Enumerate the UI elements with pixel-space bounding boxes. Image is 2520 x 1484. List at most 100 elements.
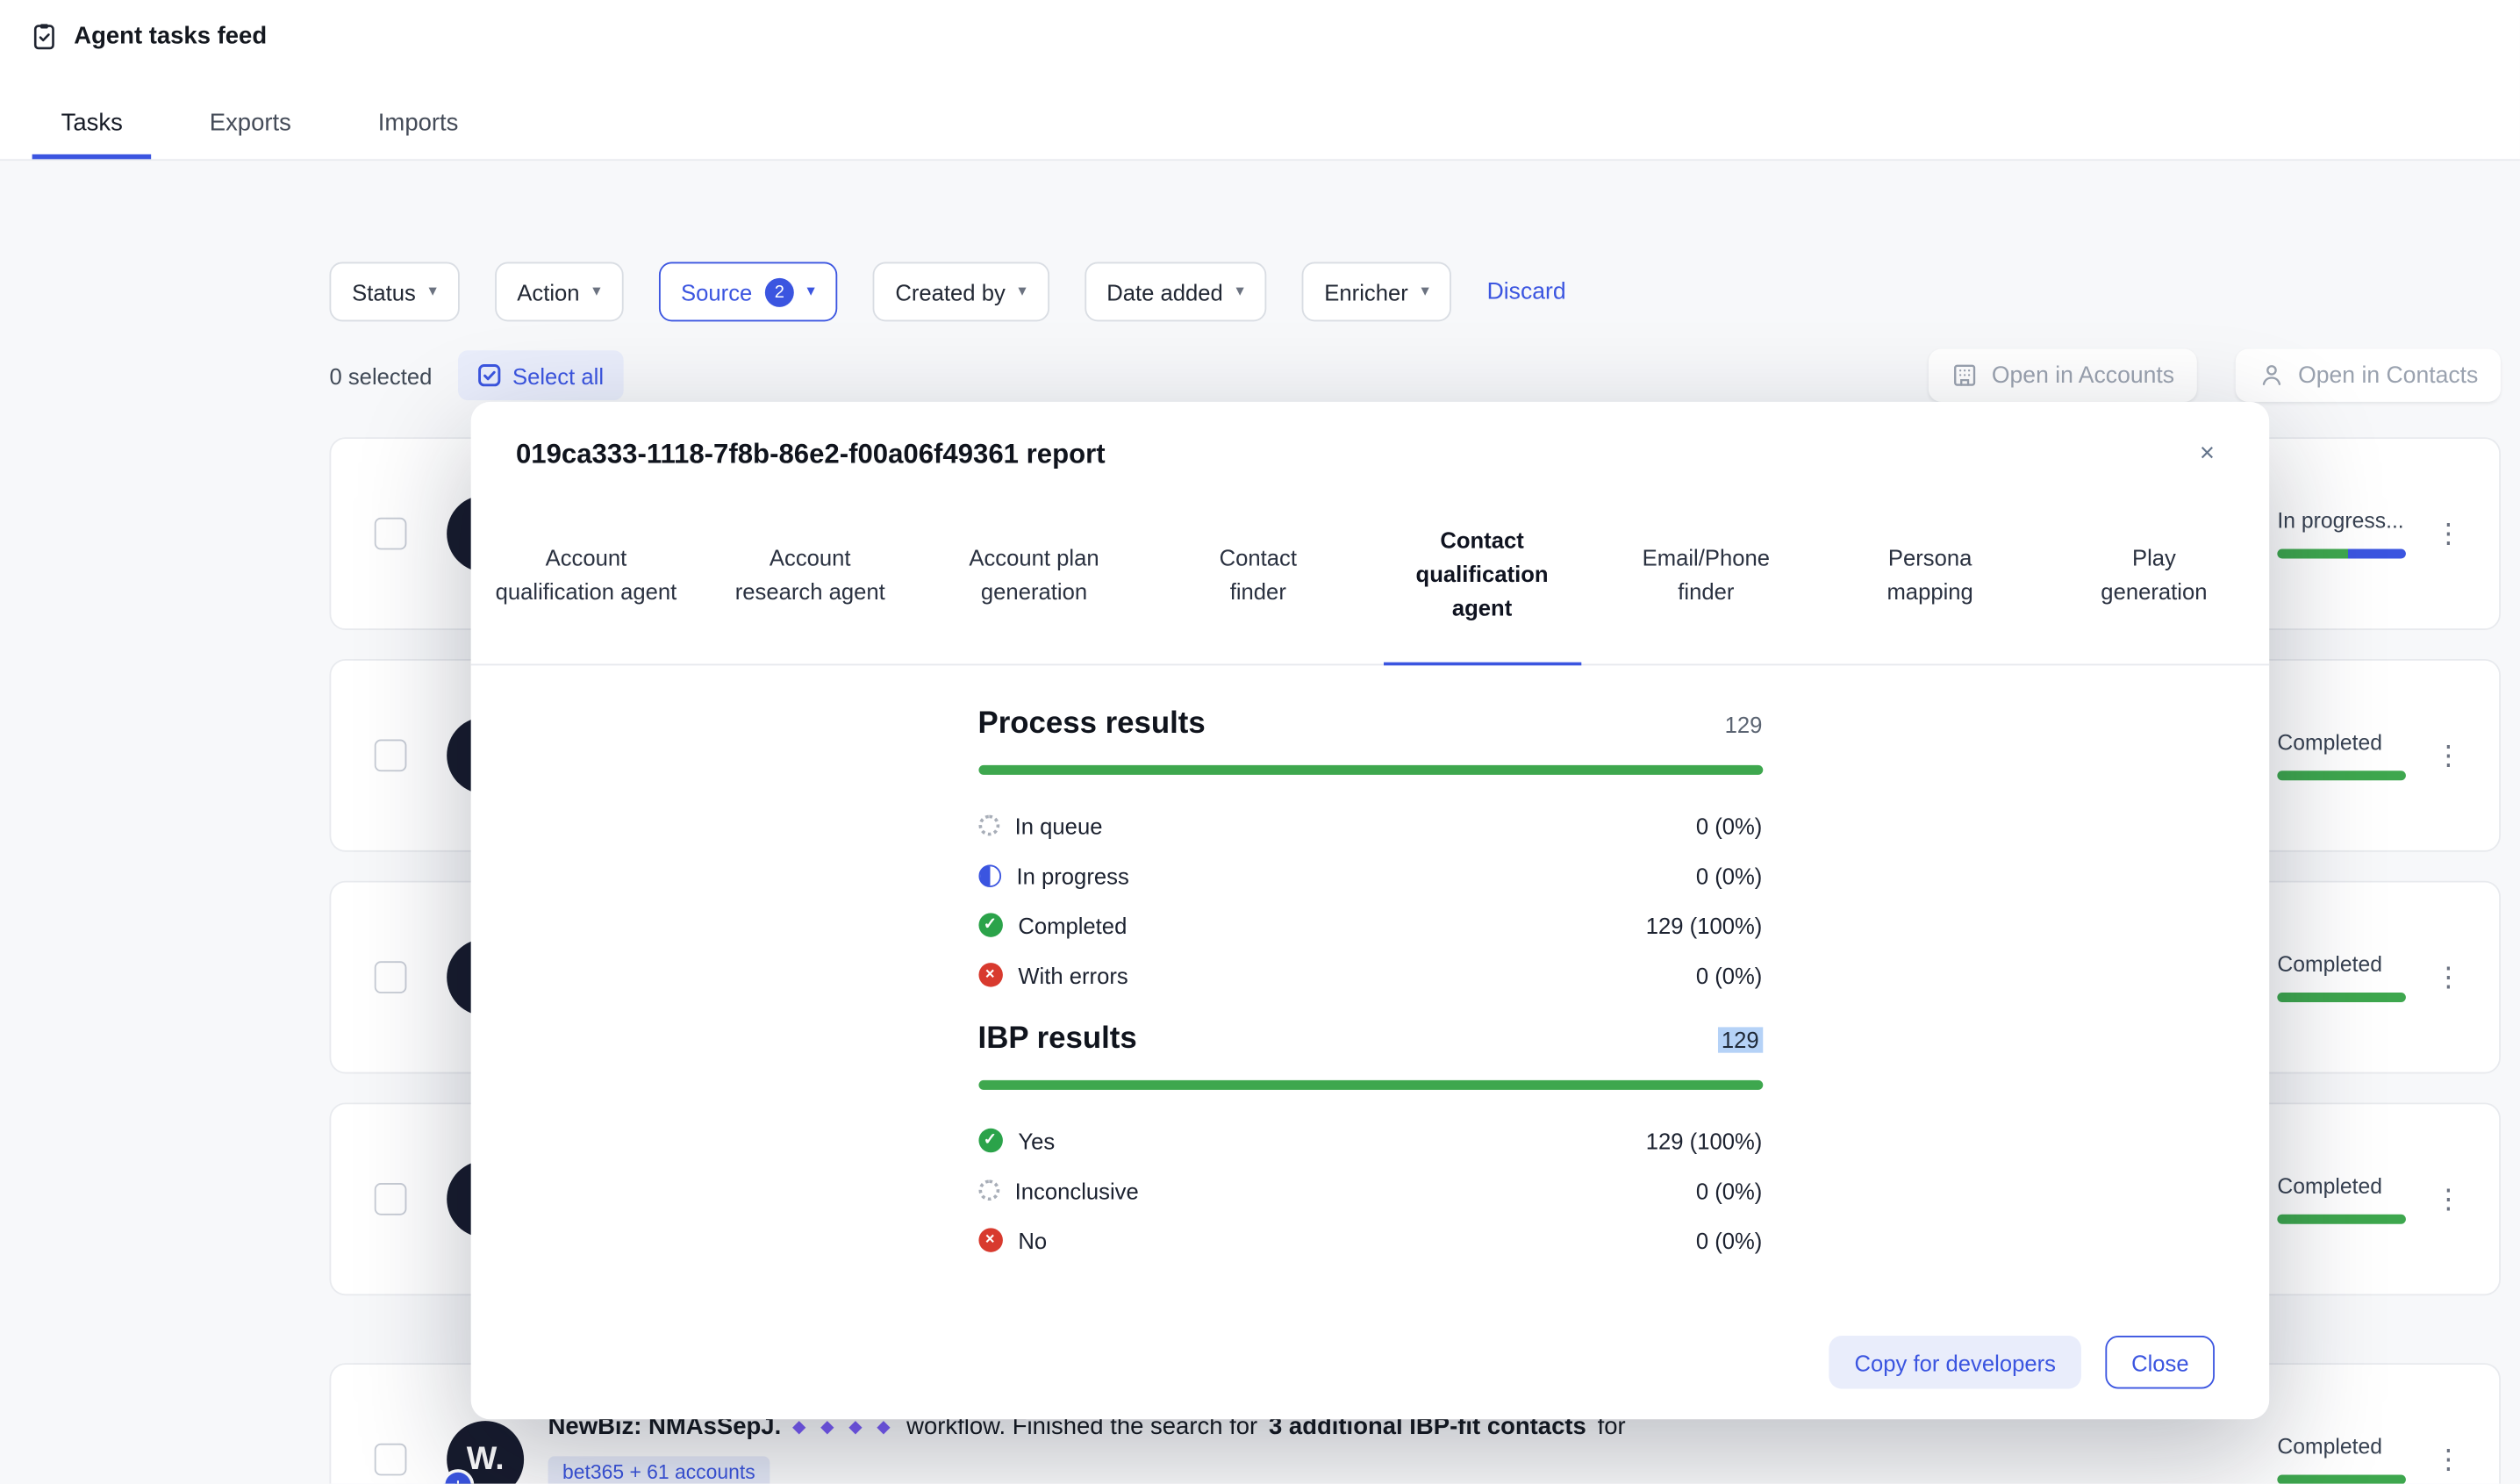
- select-all-button[interactable]: Select all: [457, 350, 624, 401]
- status-block: Completed: [2277, 952, 2406, 1003]
- status-badge: Completed: [2277, 952, 2382, 977]
- discard-link[interactable]: Discard: [1487, 279, 1566, 305]
- tab-account-research-agent[interactable]: Account research agent: [698, 485, 922, 663]
- progress-bar: [2277, 771, 2406, 781]
- tab-account-plan-generation[interactable]: Account plan generation: [922, 485, 1146, 663]
- chevron-down-icon: ▾: [428, 283, 437, 301]
- process-progress-bar: [977, 764, 1763, 775]
- tab-email-phone-finder[interactable]: Email/Phone finder: [1594, 485, 1818, 663]
- row-checkbox[interactable]: [374, 1183, 407, 1215]
- kebab-menu-icon[interactable]: ⋮: [2435, 740, 2462, 772]
- action-filter-button[interactable]: Action ▾: [494, 262, 624, 322]
- tab-persona-mapping[interactable]: Persona mapping: [1818, 485, 2042, 663]
- status-block: In progress...: [2277, 509, 2406, 559]
- status-badge: Completed: [2277, 1173, 2382, 1199]
- stat-row-in-progress: In progress 0 (0%): [977, 850, 1762, 900]
- source-filter-button[interactable]: Source 2 ▾: [658, 262, 838, 322]
- progress-bar: [2277, 1474, 2406, 1484]
- person-icon: [2262, 365, 2281, 385]
- top-tabs: Tasks Exports Imports: [32, 110, 488, 160]
- created-by-filter-button[interactable]: Created by ▾: [872, 262, 1049, 322]
- no-cross-icon: ×: [977, 1228, 1003, 1252]
- tab-imports[interactable]: Imports: [349, 110, 488, 160]
- stat-row-inconclusive: Inconclusive 0 (0%): [977, 1165, 1763, 1215]
- kebab-menu-icon[interactable]: ⋮: [2435, 961, 2462, 993]
- chevron-down-icon: ▾: [1421, 283, 1429, 301]
- kebab-menu-icon[interactable]: ⋮: [2435, 518, 2462, 550]
- row-checkbox[interactable]: [374, 961, 407, 993]
- chevron-down-icon: ▾: [592, 283, 601, 301]
- kebab-menu-icon[interactable]: ⋮: [2435, 1183, 2462, 1215]
- status-badge: Completed: [2277, 730, 2382, 755]
- progress-bar: [2277, 548, 2406, 559]
- stat-label: With errors: [1018, 962, 1128, 988]
- enricher-filter-button[interactable]: Enricher ▾: [1301, 262, 1452, 322]
- inconclusive-icon: [977, 1179, 999, 1201]
- selection-bar: 0 selected Select all Open in Accounts O…: [329, 348, 2501, 402]
- stat-value: 0 (0%): [1695, 1227, 1763, 1253]
- tab-contact-qualification-agent[interactable]: Contact qualification agent: [1370, 485, 1593, 666]
- stat-value: 0 (0%): [1695, 1177, 1763, 1203]
- stat-value: 129 (100%): [1645, 912, 1763, 938]
- copy-for-developers-button[interactable]: Copy for developers: [1829, 1336, 2082, 1389]
- report-modal: 019ca333-1118-7f8b-86e2-f00a06f49361 rep…: [470, 401, 2270, 1420]
- stat-value: 0 (0%): [1695, 962, 1763, 988]
- bulk-actions: Open in Accounts Open in Contacts: [1929, 348, 2501, 402]
- status-badge: In progress...: [2277, 508, 2404, 534]
- tab-play-generation[interactable]: Play generation: [2042, 485, 2266, 663]
- source-count-badge: 2: [764, 276, 794, 306]
- avatar: W. +: [441, 1421, 525, 1484]
- progress-bar: [2277, 993, 2406, 1003]
- stat-value: 0 (0%): [1695, 812, 1763, 839]
- tasks-feed-icon: [33, 24, 54, 50]
- row-checkbox[interactable]: [374, 517, 407, 550]
- close-icon[interactable]: ×: [2187, 434, 2227, 477]
- in-progress-icon: [977, 864, 1001, 887]
- status-block: Completed: [2277, 730, 2406, 781]
- process-total: 129: [1724, 712, 1763, 738]
- row-checkbox[interactable]: [374, 1443, 407, 1476]
- stat-row-yes: ✓ Yes 129 (100%): [977, 1115, 1763, 1165]
- open-in-accounts-button[interactable]: Open in Accounts: [1929, 348, 2197, 402]
- stat-row-no: × No 0 (0%): [977, 1215, 1763, 1265]
- completed-check-icon: ✓: [977, 913, 1003, 937]
- close-button[interactable]: Close: [2105, 1336, 2215, 1389]
- tab-exports[interactable]: Exports: [181, 110, 320, 160]
- ibp-total: 129: [1718, 1027, 1763, 1053]
- stat-label: Yes: [1018, 1127, 1056, 1154]
- tab-contact-finder[interactable]: Contact finder: [1146, 485, 1370, 663]
- stat-label: Inconclusive: [1014, 1177, 1139, 1203]
- open-in-contacts-button[interactable]: Open in Contacts: [2235, 348, 2501, 402]
- stat-label: In progress: [1016, 862, 1129, 888]
- status-block: Completed: [2277, 1174, 2406, 1224]
- accounts-chip[interactable]: bet365 + 61 accounts: [548, 1456, 770, 1484]
- row-checkbox[interactable]: [374, 739, 407, 772]
- app-header: Agent tasks feed Tasks Exports Imports: [0, 0, 2520, 161]
- modal-title: 019ca333-1118-7f8b-86e2-f00a06f49361 rep…: [515, 439, 1106, 470]
- chevron-down-icon: ▾: [1018, 283, 1027, 301]
- app: Agent tasks feed Tasks Exports Imports S…: [0, 0, 2520, 1484]
- building-icon: [1954, 364, 1976, 386]
- page-title: Agent tasks feed: [29, 21, 267, 52]
- stat-label: In queue: [1014, 812, 1103, 839]
- filter-bar: Status ▾ Action ▾ Source 2 ▾ Created by ▾ D…: [329, 262, 1566, 322]
- page-title-text: Agent tasks feed: [74, 22, 268, 50]
- kebab-menu-icon[interactable]: ⋮: [2435, 1444, 2462, 1476]
- tab-tasks[interactable]: Tasks: [32, 110, 153, 160]
- section-title: IBP results: [977, 1022, 1137, 1057]
- stat-row-completed: ✓ Completed 129 (100%): [977, 900, 1763, 950]
- stat-row-in-queue: In queue 0 (0%): [977, 800, 1763, 850]
- stat-row-with-errors: × With errors 0 (0%): [977, 950, 1763, 1000]
- chevron-down-icon: ▾: [806, 283, 815, 301]
- selected-count: 0 selected: [329, 362, 433, 389]
- progress-bar: [2277, 1214, 2406, 1224]
- status-filter-button[interactable]: Status ▾: [329, 262, 460, 322]
- section-title: Process results: [977, 706, 1206, 742]
- ibp-progress-bar: [977, 1079, 1763, 1090]
- ibp-results-section: IBP results 129 ✓ Yes 129 (100%) Inconcl…: [977, 1022, 1763, 1265]
- stat-value: 129 (100%): [1645, 1127, 1763, 1154]
- chevron-down-icon: ▾: [1235, 283, 1244, 301]
- tab-account-qualification-agent[interactable]: Account qualification agent: [474, 485, 698, 663]
- date-added-filter-button[interactable]: Date added ▾: [1084, 262, 1267, 322]
- yes-check-icon: ✓: [977, 1128, 1003, 1153]
